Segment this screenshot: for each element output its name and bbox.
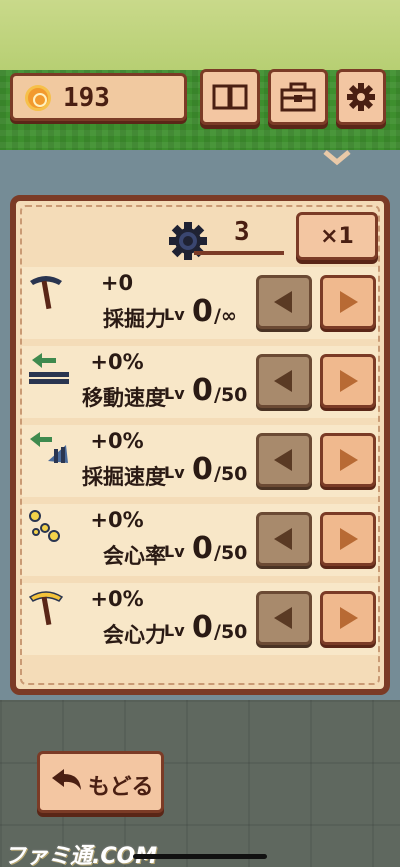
level-max: /50 [214, 542, 248, 564]
back-arrow-icon [52, 769, 81, 790]
home-indicator[interactable] [133, 854, 267, 859]
back-button[interactable]: もどる [37, 751, 164, 813]
back-label: もどる [88, 775, 154, 800]
arrow-left-icon [274, 528, 292, 550]
decrease-button[interactable] [256, 591, 312, 645]
coin-amount: 193 [63, 83, 110, 113]
arrow-right-icon [340, 449, 358, 471]
watermark-logo: ファミ通.COM [4, 844, 158, 867]
toolbox-button[interactable] [268, 69, 328, 125]
level-label: Lv [164, 463, 185, 482]
decrease-button[interactable] [256, 433, 312, 487]
settings-button[interactable] [336, 69, 386, 125]
coin-icon [25, 85, 51, 111]
arrow-left-icon [274, 607, 292, 629]
upgrade-name: 採掘力 [103, 307, 166, 331]
arrow-left-icon [274, 291, 292, 313]
arrow-right-icon [340, 370, 358, 392]
upgrade-name: 会心率 [103, 544, 166, 568]
level-max: /50 [214, 463, 248, 485]
level-label: Lv [164, 305, 185, 324]
sky-background [0, 0, 400, 70]
gear-underline [194, 251, 284, 255]
level-label: Lv [164, 542, 185, 561]
level-value: 0 [192, 294, 213, 329]
level-value: 0 [192, 452, 213, 487]
increase-button[interactable] [320, 275, 376, 329]
increase-button[interactable] [320, 433, 376, 487]
coin-counter: 193 [10, 73, 187, 121]
level-max: /50 [214, 621, 248, 643]
toolbox-icon [280, 82, 316, 112]
upgrade-value: +0% [90, 508, 144, 532]
upgrade-name: 移動速度 [82, 386, 166, 410]
upgrade-value: +0% [90, 429, 144, 453]
gear-icon [347, 83, 375, 111]
multiplier-label: ×1 [320, 223, 354, 249]
upgrade-name: 採掘速度 [82, 465, 166, 489]
increase-button[interactable] [320, 512, 376, 566]
upgrade-row-move-speed: +0% 移動速度 Lv 0 /50 [22, 346, 378, 418]
upgrade-value: +0 [100, 271, 134, 295]
book-icon [212, 84, 248, 110]
level-value: 0 [192, 610, 213, 645]
upgrade-value: +0% [90, 587, 144, 611]
arrow-left-icon [274, 449, 292, 471]
level-label: Lv [164, 621, 185, 640]
upgrade-row-crit-rate: +0% 会心率 Lv 0 /50 [22, 504, 378, 576]
increase-button[interactable] [320, 354, 376, 408]
arrow-right-icon [340, 607, 358, 629]
gear-count: 3 [234, 217, 250, 247]
upgrade-panel: 3 ×1 +0 採掘力 Lv 0 /∞ +0% 移動速度 Lv 0 /50 +0… [10, 195, 390, 695]
arrow-right-icon [340, 291, 358, 313]
arrow-right-icon [340, 528, 358, 550]
arrow-left-icon [274, 370, 292, 392]
upgrade-row-dig-speed: +0% 採掘速度 Lv 0 /50 [22, 425, 378, 497]
chevron-down-icon [323, 150, 351, 166]
level-max: /∞ [214, 305, 237, 327]
multiplier-button[interactable]: ×1 [296, 212, 378, 260]
gear-currency-icon [169, 222, 207, 260]
decrease-button[interactable] [256, 512, 312, 566]
upgrade-value: +0% [90, 350, 144, 374]
book-button[interactable] [200, 69, 260, 125]
increase-button[interactable] [320, 591, 376, 645]
upgrade-row-crit-power: +0% 会心力 Lv 0 /50 [22, 583, 378, 655]
level-value: 0 [192, 373, 213, 408]
level-max: /50 [214, 384, 248, 406]
decrease-button[interactable] [256, 354, 312, 408]
upgrade-name: 会心力 [103, 623, 166, 647]
upgrade-row-mining-power: +0 採掘力 Lv 0 /∞ [22, 267, 378, 339]
level-label: Lv [164, 384, 185, 403]
level-value: 0 [192, 531, 213, 566]
decrease-button[interactable] [256, 275, 312, 329]
